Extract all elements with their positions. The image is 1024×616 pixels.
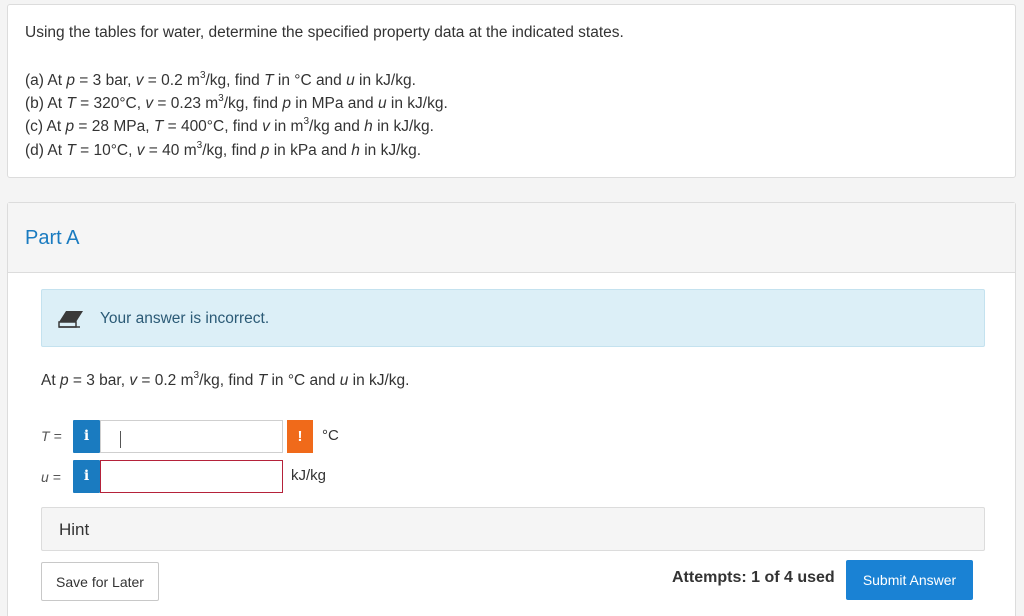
feedback-banner: Your answer is incorrect. bbox=[41, 289, 985, 347]
attempts-counter: Attempts: 1 of 4 used bbox=[672, 569, 835, 586]
feedback-text: Your answer is incorrect. bbox=[100, 310, 270, 327]
save-for-later-button[interactable]: Save for Later bbox=[41, 562, 159, 601]
t-unit: °C bbox=[322, 427, 339, 444]
t-info-icon[interactable]: i bbox=[73, 420, 100, 453]
question-item-c: (c) At p = 28 MPa, T = 400°C, find v in … bbox=[25, 115, 434, 135]
hint-label[interactable]: Hint bbox=[59, 520, 89, 540]
text-caret bbox=[120, 431, 121, 448]
part-prompt: At p = 3 bar, v = 0.2 m3/kg, find T in °… bbox=[41, 369, 410, 389]
question-item-a: (a) At p = 3 bar, v = 0.2 m3/kg, find T … bbox=[25, 69, 416, 89]
part-a-card: Part A Your answer is incorrect. At p = … bbox=[7, 202, 1016, 616]
part-header[interactable]: Part A bbox=[8, 203, 1015, 273]
eraser-icon bbox=[58, 311, 83, 328]
u-unit: kJ/kg bbox=[291, 467, 327, 484]
u-answer-input[interactable] bbox=[100, 460, 283, 493]
question-intro: Using the tables for water, determine th… bbox=[25, 24, 624, 41]
t-label: T = bbox=[41, 428, 62, 444]
question-item-d: (d) At T = 10°C, v = 40 m3/kg, find p in… bbox=[25, 139, 422, 159]
hint-bar[interactable]: Hint bbox=[41, 507, 985, 551]
question-item-b: (b) At T = 320°C, v = 0.23 m3/kg, find p… bbox=[25, 92, 448, 112]
submit-answer-button[interactable]: Submit Answer bbox=[846, 560, 973, 600]
warning-icon[interactable]: ! bbox=[287, 420, 313, 453]
part-title[interactable]: Part A bbox=[25, 227, 79, 250]
t-answer-input[interactable] bbox=[100, 420, 283, 453]
u-label: u = bbox=[41, 469, 61, 485]
question-card: Using the tables for water, determine th… bbox=[7, 4, 1016, 178]
u-info-icon[interactable]: i bbox=[73, 460, 100, 493]
